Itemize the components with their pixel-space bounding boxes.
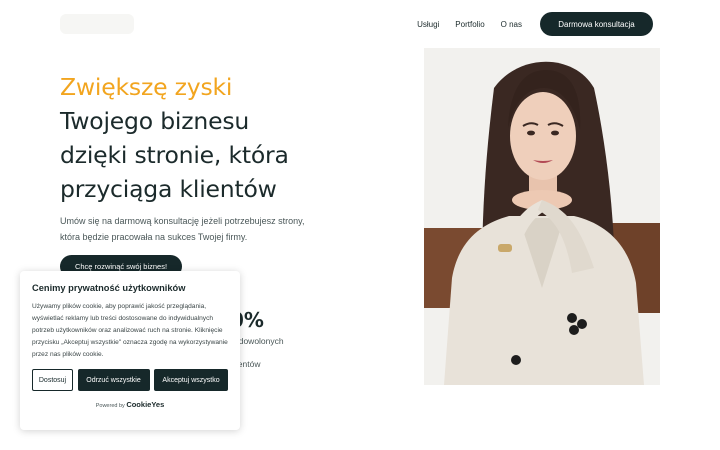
hero-subtitle: Umów się na darmową konsultację jeżeli p… bbox=[60, 216, 305, 242]
cookieyes-logo[interactable]: CookieYes bbox=[126, 400, 164, 409]
top-nav: Usługi Portfolio O nas Darmowa konsultac… bbox=[417, 12, 653, 36]
cookie-powered-by: Powered by CookieYes bbox=[32, 400, 228, 409]
hero-title-line: Twojego biznesu bbox=[60, 107, 250, 135]
portrait-illustration bbox=[424, 48, 660, 385]
cookie-dialog-title: Cenimy prywatność użytkowników bbox=[32, 283, 186, 293]
nav-item-services[interactable]: Usługi bbox=[417, 20, 439, 29]
reject-all-cookies-button[interactable]: Odrzuć wszystkie bbox=[77, 369, 150, 391]
stat-label: adowolonych bbox=[234, 336, 284, 346]
accept-all-cookies-button[interactable]: Akceptuj wszystko bbox=[154, 369, 228, 391]
cookie-dialog-actions: Dostosuj Odrzuć wszystkie Akceptuj wszys… bbox=[32, 369, 228, 391]
cookie-consent-dialog: Cenimy prywatność użytkowników Używamy p… bbox=[20, 271, 240, 430]
free-consultation-button[interactable]: Darmowa konsultacja bbox=[540, 12, 653, 36]
customize-cookies-button[interactable]: Dostosuj bbox=[32, 369, 73, 391]
hero-title-line: przyciąga klientów bbox=[60, 175, 277, 203]
cookie-dialog-text: Używamy plików cookie, aby poprawić jako… bbox=[32, 303, 228, 358]
nav-item-about[interactable]: O nas bbox=[501, 20, 522, 29]
powered-by-label: Powered by bbox=[95, 403, 125, 409]
hero-title: Zwiększę zyski Twojego biznesu dzięki st… bbox=[60, 70, 289, 206]
hero-portrait-photo bbox=[424, 48, 660, 385]
hero-title-line: dzięki stronie, która bbox=[60, 141, 289, 169]
hero-title-accent: Zwiększę zyski bbox=[60, 73, 233, 101]
nav-item-portfolio[interactable]: Portfolio bbox=[455, 20, 484, 29]
logo[interactable] bbox=[60, 14, 134, 34]
